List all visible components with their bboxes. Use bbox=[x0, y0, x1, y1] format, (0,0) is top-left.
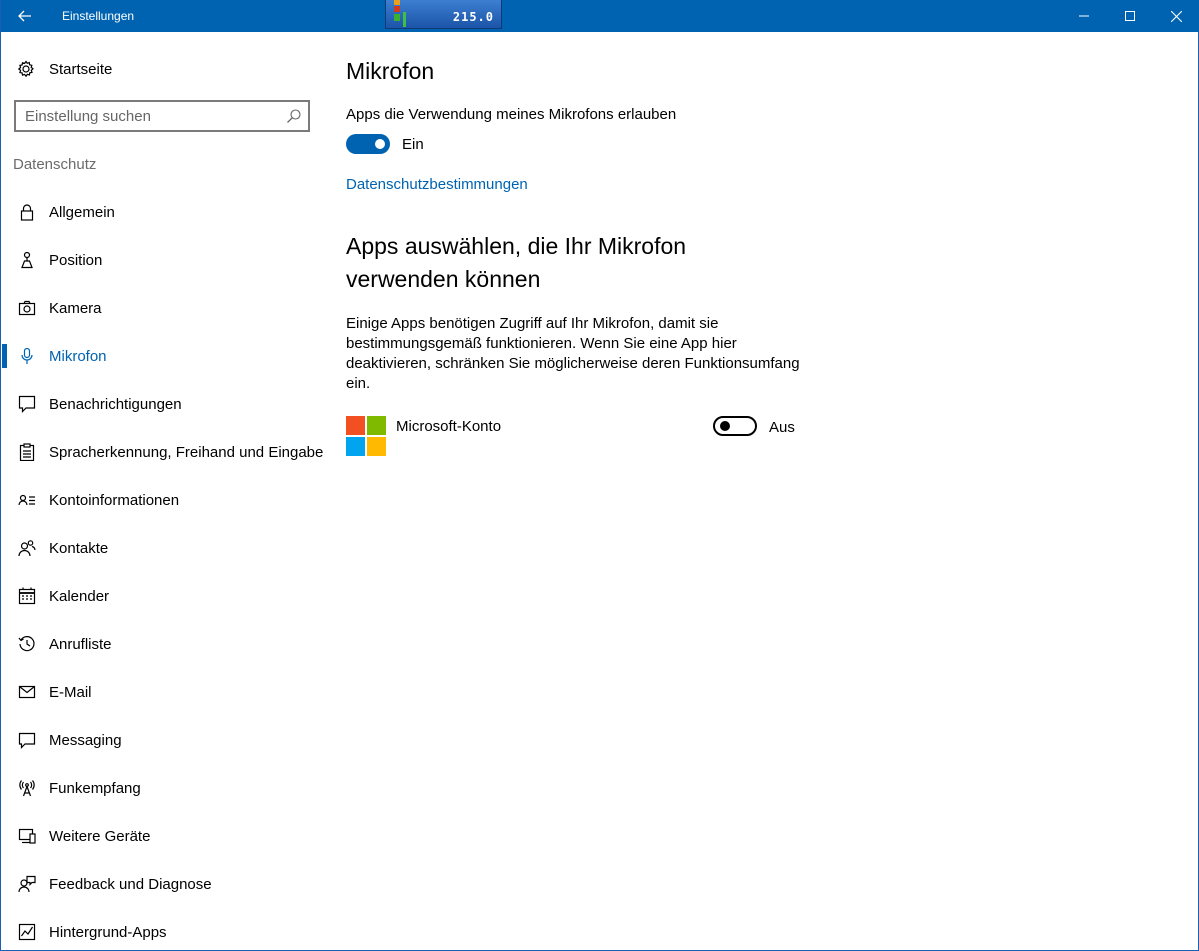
title-bar: Einstellungen 215.0 bbox=[1, 0, 1199, 32]
sidebar-item-label: Kontakte bbox=[49, 540, 109, 557]
message-icon bbox=[18, 731, 36, 749]
app-toggle-state: Aus bbox=[769, 419, 795, 436]
allow-microphone-toggle[interactable] bbox=[346, 134, 390, 154]
account-info-icon bbox=[18, 491, 36, 509]
sidebar-item-spracherkennung[interactable]: Spracherkennung, Freihand und Eingabe bbox=[2, 428, 332, 476]
sidebar-item-label: E-Mail bbox=[49, 684, 92, 701]
sidebar-item-hintergrund-apps[interactable]: Hintergrund-Apps bbox=[2, 908, 332, 951]
taskbar-widget: 215.0 bbox=[385, 0, 502, 29]
sidebar-item-funkempfang[interactable]: Funkempfang bbox=[2, 764, 332, 812]
sidebar-item-label: Allgemein bbox=[49, 204, 115, 221]
allow-microphone-toggle-state: Ein bbox=[402, 136, 424, 153]
toggle-knob bbox=[720, 421, 730, 431]
section-description: Einige Apps benötigen Zugriff auf Ihr Mi… bbox=[346, 315, 800, 392]
history-icon bbox=[18, 635, 36, 653]
sidebar-item-label: Weitere Geräte bbox=[49, 828, 151, 845]
section-heading: Apps auswählen, die Ihr Mikrofon verwend… bbox=[346, 233, 687, 292]
sidebar-item-label: Position bbox=[49, 252, 103, 269]
sidebar-item-label: Mikrofon bbox=[49, 348, 107, 365]
sidebar-item-benachrichtigungen[interactable]: Benachrichtigungen bbox=[2, 380, 332, 428]
section-title: Datenschutz bbox=[13, 156, 97, 173]
app-name: Microsoft-Konto bbox=[396, 418, 502, 435]
close-button[interactable] bbox=[1153, 0, 1199, 32]
mail-icon bbox=[18, 683, 36, 701]
sidebar-item-label: Kontoinformationen bbox=[49, 492, 180, 509]
sidebar-item-label: Benachrichtigungen bbox=[49, 396, 182, 413]
sidebar-item-label: Anrufliste bbox=[49, 636, 112, 653]
camera-icon bbox=[18, 299, 36, 317]
minimize-icon bbox=[1079, 15, 1089, 17]
devices-icon bbox=[18, 827, 36, 845]
home-label: Startseite bbox=[49, 61, 113, 78]
search-icon[interactable] bbox=[286, 108, 302, 124]
background-apps-icon bbox=[18, 923, 36, 941]
contacts-icon bbox=[18, 539, 36, 557]
sidebar-item-messaging[interactable]: Messaging bbox=[2, 716, 332, 764]
location-icon bbox=[18, 251, 36, 269]
minimize-button[interactable] bbox=[1061, 0, 1107, 32]
sidebar-item-label: Spracherkennung, Freihand und Eingabe bbox=[49, 444, 324, 461]
sidebar-item-label: Funkempfang bbox=[49, 780, 141, 797]
clipboard-icon bbox=[18, 443, 36, 461]
sidebar-item-position[interactable]: Position bbox=[2, 236, 332, 284]
microphone-icon bbox=[18, 347, 36, 365]
allow-microphone-label: Apps die Verwendung meines Mikrofons erl… bbox=[346, 106, 677, 123]
feedback-icon bbox=[18, 875, 36, 893]
sidebar-item-label: Messaging bbox=[49, 732, 122, 749]
microsoft-logo-icon bbox=[346, 416, 386, 456]
calendar-icon bbox=[18, 587, 36, 605]
maximize-icon bbox=[1125, 11, 1135, 21]
maximize-button[interactable] bbox=[1107, 0, 1153, 32]
sidebar-item-mikrofon[interactable]: Mikrofon bbox=[2, 332, 332, 380]
privacy-statement-link[interactable]: Datenschutzbestimmungen bbox=[346, 176, 528, 193]
sidebar-item-kontoinformationen[interactable]: Kontoinformationen bbox=[2, 476, 332, 524]
page-title: Mikrofon bbox=[346, 58, 435, 84]
widget-icons bbox=[390, 0, 408, 28]
gear-icon bbox=[17, 60, 35, 78]
app-row-microsoft-konto: Microsoft-Konto Aus bbox=[346, 416, 801, 456]
back-arrow-icon bbox=[18, 10, 31, 22]
sidebar-item-kalender[interactable]: Kalender bbox=[2, 572, 332, 620]
home-link[interactable]: Startseite bbox=[2, 52, 332, 86]
sidebar-item-e-mail[interactable]: E-Mail bbox=[2, 668, 332, 716]
toggle-knob bbox=[375, 139, 385, 149]
sidebar-item-label: Hintergrund-Apps bbox=[49, 924, 167, 941]
close-icon bbox=[1170, 10, 1182, 22]
back-button[interactable] bbox=[1, 0, 49, 32]
radio-icon bbox=[18, 779, 36, 797]
sidebar-item-weitere-geraete[interactable]: Weitere Geräte bbox=[2, 812, 332, 860]
app-microphone-toggle[interactable] bbox=[713, 416, 757, 436]
sidebar-nav: Allgemein Position Kamera Mikrofon Benac… bbox=[2, 188, 332, 951]
active-indicator bbox=[2, 344, 7, 368]
settings-window: Einstellungen 215.0 Startseite Einstellu… bbox=[0, 0, 1199, 951]
search-input[interactable] bbox=[16, 102, 282, 130]
sidebar-item-kontakte[interactable]: Kontakte bbox=[2, 524, 332, 572]
sidebar-item-label: Feedback und Diagnose bbox=[49, 876, 212, 893]
sidebar-item-feedback[interactable]: Feedback und Diagnose bbox=[2, 860, 332, 908]
lock-icon bbox=[18, 203, 36, 221]
sidebar-item-label: Kamera bbox=[49, 300, 102, 317]
sidebar-item-kamera[interactable]: Kamera bbox=[2, 284, 332, 332]
notification-icon bbox=[18, 395, 36, 413]
sidebar-item-allgemein[interactable]: Allgemein bbox=[2, 188, 332, 236]
sidebar-item-label: Kalender bbox=[49, 588, 110, 605]
search-box[interactable] bbox=[14, 100, 310, 132]
sidebar: Startseite Datenschutz Allgemein bbox=[2, 32, 332, 950]
sidebar-item-anrufliste[interactable]: Anrufliste bbox=[2, 620, 332, 668]
window-title: Einstellungen bbox=[62, 9, 135, 23]
widget-value: 215.0 bbox=[452, 10, 494, 24]
